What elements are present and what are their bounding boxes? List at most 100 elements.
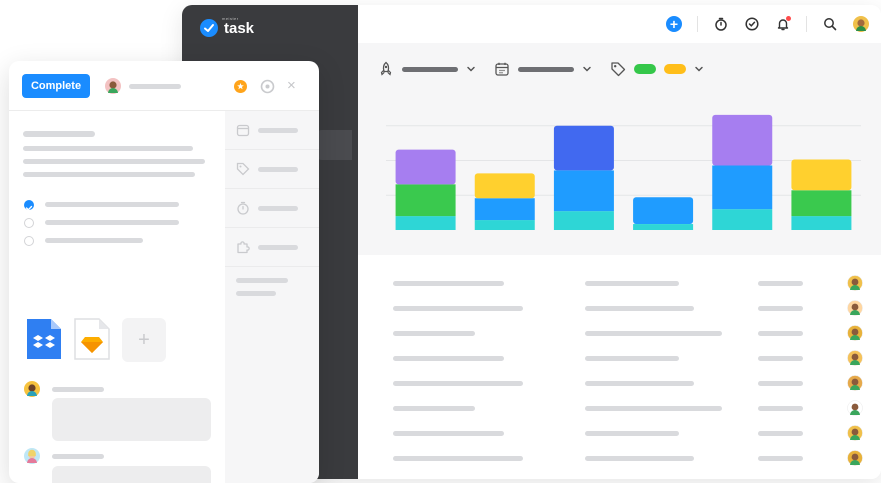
timer-icon[interactable]	[713, 16, 729, 32]
complete-button[interactable]: Complete	[22, 74, 90, 98]
assignee-avatar[interactable]	[847, 325, 863, 341]
sketch-file-icon[interactable]	[71, 317, 115, 361]
bar-segment[interactable]	[395, 149, 456, 185]
calendar-icon	[236, 124, 250, 137]
user-avatar[interactable]	[853, 16, 869, 32]
assignee-avatar[interactable]	[847, 350, 863, 366]
project-name-bar	[585, 331, 722, 336]
bell-icon[interactable]	[775, 16, 791, 32]
search-icon[interactable]	[822, 16, 838, 32]
task-name-bar	[393, 381, 523, 386]
comment-avatar	[24, 448, 40, 464]
checklist-checkbox[interactable]	[24, 236, 34, 246]
card-header: Complete ×	[9, 61, 319, 111]
bar-segment[interactable]	[474, 220, 535, 230]
bar-segment[interactable]	[791, 159, 852, 191]
bar-segment[interactable]	[791, 216, 852, 230]
project-name-bar	[585, 356, 679, 361]
check-circle-icon[interactable]	[744, 16, 760, 32]
table-row[interactable]	[358, 296, 881, 321]
property-due-date[interactable]	[225, 111, 319, 150]
bar-segment[interactable]	[395, 216, 456, 230]
table-row[interactable]	[358, 446, 881, 471]
table-row[interactable]	[358, 421, 881, 446]
property-tags[interactable]	[225, 150, 319, 189]
bar-segment[interactable]	[712, 114, 773, 166]
due-date-bar	[758, 431, 803, 436]
due-date-bar	[758, 381, 803, 386]
check-logo-icon	[200, 19, 218, 37]
bar-segment[interactable]	[712, 165, 773, 210]
project-name-bar	[585, 431, 679, 436]
project-name-bar	[585, 281, 679, 286]
timer-icon	[237, 201, 249, 215]
bar-segment[interactable]	[395, 184, 456, 217]
table-row[interactable]	[358, 371, 881, 396]
assignee-avatar[interactable]	[847, 450, 863, 466]
card-content: +	[9, 111, 225, 483]
due-date-bar	[758, 356, 803, 361]
description-line	[23, 172, 195, 177]
property-value-bar	[258, 167, 298, 172]
property-value-bar	[258, 206, 298, 211]
bar-segment[interactable]	[633, 224, 694, 230]
task-name-bar	[393, 306, 523, 311]
task-name-bar	[393, 356, 504, 361]
add-button[interactable]: +	[666, 16, 682, 32]
assignee-avatar[interactable]	[847, 375, 863, 391]
due-date-bar	[758, 306, 803, 311]
property-value-bar	[258, 128, 298, 133]
watch-eye-icon[interactable]	[260, 79, 275, 94]
property-value-bar	[258, 245, 298, 250]
topbar: +	[358, 5, 881, 43]
project-name-bar	[585, 306, 694, 311]
bar-segment[interactable]	[553, 170, 614, 212]
table-row[interactable]	[358, 321, 881, 346]
task-name-bar	[393, 281, 504, 286]
divider	[806, 16, 807, 32]
add-attachment-button[interactable]: +	[122, 318, 166, 362]
table-row[interactable]	[358, 271, 881, 296]
due-date-bar	[758, 331, 803, 336]
bar-segment[interactable]	[553, 125, 614, 171]
assignee-avatar[interactable]	[847, 275, 863, 291]
divider	[697, 16, 698, 32]
task-title-bar	[23, 131, 95, 137]
due-date-bar	[758, 456, 803, 461]
task-name-bar	[393, 406, 475, 411]
comment-input[interactable]	[52, 466, 211, 483]
property-integration[interactable]	[225, 228, 319, 267]
checklist-checkbox-checked[interactable]	[24, 200, 34, 211]
assignee-avatar[interactable]	[847, 300, 863, 316]
bar-segment[interactable]	[712, 209, 773, 230]
brand-logo[interactable]: task	[200, 19, 254, 37]
star-icon[interactable]	[234, 80, 247, 93]
table-row[interactable]	[358, 396, 881, 421]
due-date-bar	[758, 406, 803, 411]
property-section-bar	[236, 291, 276, 296]
checklist-item-bar	[45, 220, 179, 225]
sidebar-active-item[interactable]	[314, 130, 352, 160]
table-row[interactable]	[358, 346, 881, 371]
bar-segment[interactable]	[553, 211, 614, 230]
assignee-avatar[interactable]	[847, 425, 863, 441]
puzzle-icon	[237, 241, 250, 254]
task-detail-card: Complete × +	[9, 61, 319, 483]
assignee-avatar[interactable]	[105, 78, 121, 94]
assignee-avatar[interactable]	[847, 400, 863, 416]
close-icon[interactable]: ×	[287, 78, 302, 93]
task-name-bar	[393, 431, 504, 436]
checklist-item-bar	[45, 202, 179, 207]
dropbox-file-icon[interactable]	[23, 317, 67, 361]
due-date-bar	[758, 281, 803, 286]
checklist-checkbox[interactable]	[24, 218, 34, 228]
project-name-bar	[585, 456, 694, 461]
bar-segment[interactable]	[633, 197, 694, 225]
task-table	[358, 255, 881, 479]
bar-segment[interactable]	[791, 190, 852, 217]
comment-box[interactable]	[52, 398, 211, 441]
checklist-item-bar	[45, 238, 143, 243]
bar-segment[interactable]	[474, 198, 535, 221]
bar-segment[interactable]	[474, 173, 535, 199]
property-time[interactable]	[225, 189, 319, 228]
